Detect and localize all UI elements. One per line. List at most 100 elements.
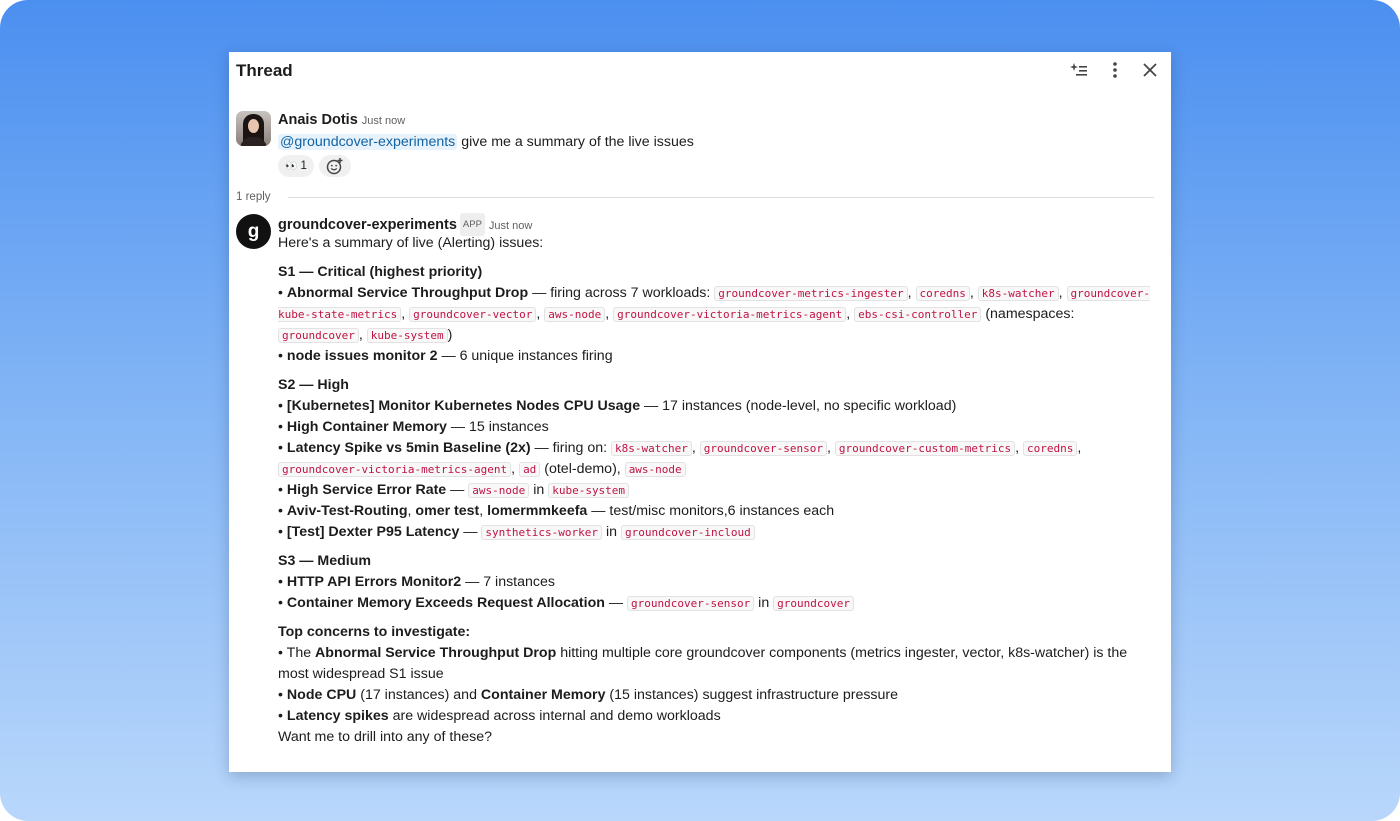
summary-intro: Here's a summary of live (Alerting) issu…	[278, 235, 544, 251]
list-item: • High Container Memory — 15 instances	[278, 419, 549, 435]
text-span: — 17 instances (node-level, no specific …	[640, 398, 957, 414]
code-tag: groundcover-metrics-ingester	[714, 286, 908, 301]
code-tag: synthetics-worker	[481, 525, 603, 540]
list-item: • [Test] Dexter P95 Latency — synthetics…	[278, 522, 1160, 543]
bold-text: Abnormal Service Throughput Drop	[315, 645, 557, 661]
code-tag: groundcover-vector	[409, 307, 537, 322]
reply-count: 1 reply	[236, 191, 271, 203]
text-span: — test/misc monitors,6 instances each	[587, 503, 835, 519]
code-tag: groundcover-sensor	[627, 596, 755, 611]
list-item: • The Abnormal Service Throughput Drop h…	[278, 645, 1128, 682]
code-tag: groundcover	[773, 596, 855, 611]
thread-panel: Thread Anais Dotis Just now @groundcover-…	[229, 52, 1171, 772]
code-tag: groundcover-custom-metrics	[834, 441, 1016, 456]
add-reaction-button[interactable]	[318, 155, 351, 177]
text-span: — 6 unique instances firing	[437, 348, 613, 364]
divider-line	[288, 197, 1154, 198]
list-item: • Node CPU (17 instances) and Container …	[278, 687, 899, 703]
s2-heading: S2 — High	[278, 377, 349, 393]
reaction-count: 1	[300, 160, 307, 172]
code-tag: aws-node	[468, 483, 530, 498]
reply-divider: 1 reply	[236, 191, 1154, 205]
text-span: are widespread across internal and demo …	[388, 708, 721, 724]
more-options-icon[interactable]	[1102, 58, 1128, 82]
text-span: (15 instances) suggest infrastructure pr…	[605, 687, 899, 703]
author-name[interactable]: Anais Dotis	[278, 112, 358, 128]
text-span: (namespaces:	[981, 306, 1075, 322]
text-span: The	[286, 645, 316, 661]
list-item: • [Kubernetes] Monitor Kubernetes Nodes …	[278, 398, 957, 414]
reactions-bar: 👀 1	[278, 155, 351, 177]
bold-text: lomermmkeefa	[487, 503, 588, 519]
s3-section: S3 — Medium • HTTP API Errors Monitor2 —…	[278, 551, 1160, 614]
code-tag: ebs-csi-controller	[854, 307, 982, 322]
bold-text: High Service Error Rate	[286, 482, 447, 498]
code-tag: groundcover-incloud	[620, 525, 755, 540]
code-tag: groundcover-victoria-metrics-agent	[278, 462, 512, 477]
code-tag: coredns	[1022, 441, 1078, 456]
s1-heading: S1 — Critical (highest priority)	[278, 264, 483, 280]
code-tag: aws-node	[624, 462, 686, 477]
close-icon[interactable]	[1137, 58, 1163, 82]
bold-text: omer test	[415, 503, 480, 519]
bold-text: Container Memory	[480, 687, 606, 703]
code-tag: groundcover-sensor	[699, 441, 827, 456]
root-message: Anais Dotis Just now @groundcover-experim…	[278, 110, 1158, 153]
list-item: • High Service Error Rate — aws-node in …	[278, 480, 1160, 501]
list-item: • Aviv-Test-Routing, omer test, lomermmk…	[278, 503, 835, 519]
code-tag: groundcover	[278, 328, 359, 343]
bold-text: HTTP API Errors Monitor2	[286, 574, 462, 590]
code-tag: k8s-watcher	[977, 286, 1059, 301]
bold-text: Container Memory Exceeds Request Allocat…	[286, 595, 605, 611]
eyes-reaction[interactable]: 👀 1	[278, 155, 314, 177]
thread-title: Thread	[236, 61, 293, 80]
avatar[interactable]	[236, 111, 271, 146]
code-tag: groundcover-victoria-metrics-agent	[613, 307, 847, 322]
bot-avatar[interactable]: g	[236, 214, 271, 249]
text-span: (otel-demo),	[540, 461, 625, 477]
bold-text: Abnormal Service Throughput Drop	[286, 285, 529, 301]
reply-timestamp[interactable]: Just now	[489, 220, 532, 232]
bold-text: Aviv-Test-Routing	[286, 503, 408, 519]
list-item: • node issues monitor 2 — 6 unique insta…	[278, 348, 613, 364]
list-item: • Abnormal Service Throughput Drop — fir…	[278, 285, 1151, 343]
thread-header: Thread	[229, 52, 1171, 88]
bold-text: Node CPU	[286, 687, 357, 703]
text-span: — firing across 7 workloads:	[528, 285, 715, 301]
text-span: — 7 instances	[461, 574, 555, 590]
concerns-heading: Top concerns to investigate:	[278, 624, 471, 640]
eyes-icon: 👀	[285, 160, 298, 172]
ai-summary-icon[interactable]	[1066, 58, 1092, 82]
list-item: • HTTP API Errors Monitor2 — 7 instances	[278, 574, 555, 590]
bold-text: [Test] Dexter P95 Latency	[286, 524, 460, 540]
s2-section: S2 — High • [Kubernetes] Monitor Kuberne…	[278, 375, 1160, 543]
list-item: • Latency Spike vs 5min Baseline (2x) — …	[278, 440, 1082, 477]
bold-text: Latency Spike vs 5min Baseline (2x)	[286, 440, 531, 456]
timestamp[interactable]: Just now	[362, 115, 405, 127]
message-text: give me a summary of the live issues	[457, 134, 694, 150]
bold-text: Latency spikes	[286, 708, 389, 724]
code-tag: coredns	[915, 286, 970, 301]
reply-body: Here's a summary of live (Alerting) issu…	[278, 233, 1160, 748]
text-span: — firing on:	[530, 440, 612, 456]
bold-text: node issues monitor 2	[286, 348, 438, 364]
list-item: • Container Memory Exceeds Request Alloc…	[278, 593, 1160, 614]
bold-text: [Kubernetes] Monitor Kubernetes Nodes CP…	[286, 398, 641, 414]
code-tag: kube-system	[548, 483, 630, 498]
bot-avatar-letter: g	[247, 220, 260, 242]
s3-heading: S3 — Medium	[278, 553, 372, 569]
code-tag: ad	[519, 462, 541, 477]
bold-text: High Container Memory	[286, 419, 447, 435]
add-reaction-icon	[326, 158, 343, 175]
code-tag: k8s-watcher	[611, 441, 692, 456]
text-span: (17 instances) and	[356, 687, 481, 703]
concerns-section: Top concerns to investigate: • The Abnor…	[278, 622, 1160, 727]
background: Thread Anais Dotis Just now @groundcover-…	[0, 0, 1400, 821]
bot-mention[interactable]: @groundcover-experiments	[278, 134, 458, 150]
list-item: • Latency spikes are widespread across i…	[278, 708, 721, 724]
s1-section: S1 — Critical (highest priority) • Abnor…	[278, 262, 1160, 367]
code-tag: aws-node	[544, 307, 606, 322]
closing-question: Want me to drill into any of these?	[278, 729, 492, 745]
bot-name[interactable]: groundcover-experiments	[278, 217, 457, 233]
text-span: — 15 instances	[446, 419, 549, 435]
